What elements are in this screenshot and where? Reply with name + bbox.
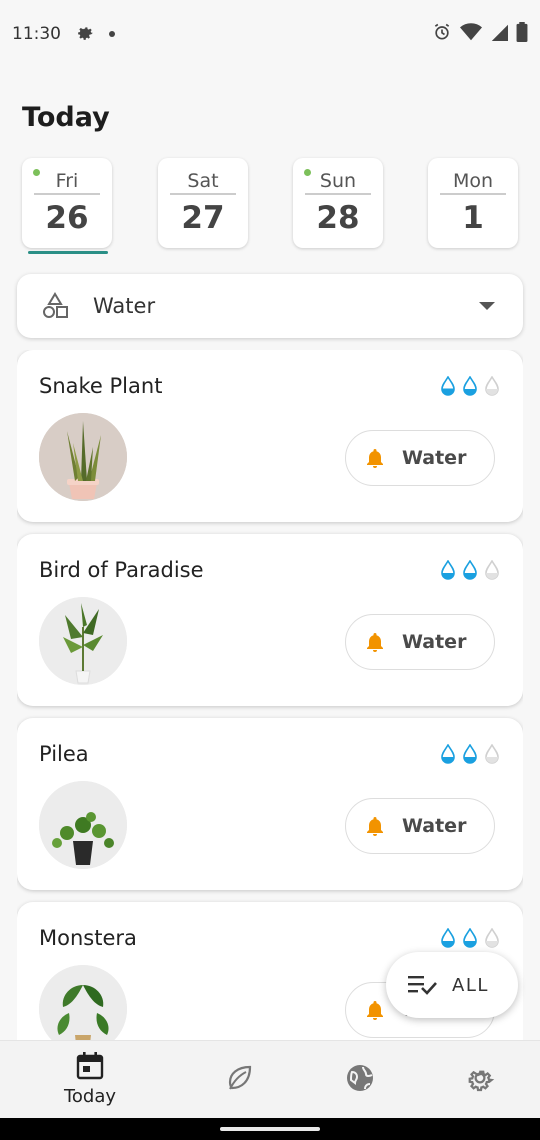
- water-button-label: Water: [402, 815, 467, 837]
- day-chip-sat[interactable]: Sat 27: [158, 158, 248, 248]
- bell-icon: [367, 449, 383, 468]
- leaf-icon: [228, 1065, 252, 1090]
- day-number: 26: [45, 200, 89, 236]
- battery-icon: [516, 21, 528, 47]
- plant-card[interactable]: Bird of Paradise Water: [17, 534, 523, 706]
- system-gesture-bar: [0, 1118, 540, 1140]
- water-drop-empty-icon: [485, 376, 499, 396]
- water-drop-filled-icon: [463, 376, 477, 396]
- day-number: 28: [316, 200, 360, 236]
- day-of-week: Mon: [452, 170, 494, 192]
- water-drop-empty-icon: [485, 560, 499, 580]
- signal-icon: [490, 22, 508, 47]
- water-level-indicator: [439, 744, 501, 764]
- day-of-week: Sun: [319, 170, 357, 192]
- day-number: 27: [181, 200, 225, 236]
- plant-photo: [39, 597, 127, 685]
- water-drop-filled-icon: [441, 376, 455, 396]
- day-divider: [440, 193, 506, 195]
- plant-photo: [39, 413, 127, 501]
- fab-label: ALL: [452, 974, 489, 996]
- water-button[interactable]: Water: [345, 614, 495, 670]
- bell-icon: [367, 817, 383, 836]
- water-drop-filled-icon: [441, 560, 455, 580]
- nav-explore[interactable]: [300, 1041, 420, 1119]
- bell-icon: [367, 633, 383, 652]
- plant-name: Pilea: [39, 742, 89, 766]
- day-of-week: Sat: [187, 170, 219, 192]
- day-number: 1: [462, 200, 484, 236]
- water-button-label: Water: [402, 631, 467, 653]
- water-drop-filled-icon: [463, 560, 477, 580]
- settings-icon: [468, 1070, 495, 1092]
- checklist-icon: [408, 976, 437, 995]
- plant-photo: [39, 781, 127, 869]
- water-level-indicator: [439, 376, 501, 396]
- day-divider: [34, 193, 100, 195]
- plant-photo: [39, 965, 127, 1040]
- bell-icon: [367, 1001, 383, 1020]
- settings-status-icon: [75, 22, 95, 47]
- page-title: Today: [22, 102, 110, 133]
- nav-settings[interactable]: [420, 1041, 540, 1119]
- globe-icon: [347, 1065, 373, 1091]
- wifi-icon: [460, 22, 482, 47]
- selected-day-indicator: [28, 251, 108, 254]
- day-chip-fri[interactable]: Fri 26: [22, 158, 112, 248]
- nav-today[interactable]: Today: [30, 1041, 150, 1119]
- day-divider: [305, 193, 371, 195]
- plant-name: Monstera: [39, 926, 137, 950]
- plant-card[interactable]: Pilea Water: [17, 718, 523, 890]
- water-button[interactable]: Water: [345, 798, 495, 854]
- show-all-fab[interactable]: ALL: [386, 952, 518, 1018]
- day-chip-sun[interactable]: Sun 28: [293, 158, 383, 248]
- task-type-dropdown[interactable]: Water: [17, 274, 523, 338]
- nav-plants[interactable]: [180, 1041, 300, 1119]
- notification-dot: [109, 31, 115, 37]
- has-task-dot: [33, 169, 40, 176]
- chevron-down-icon: [479, 302, 495, 310]
- plant-task-list[interactable]: Snake Plant Water Bird of Paradise Water…: [17, 350, 523, 1040]
- water-drop-filled-icon: [441, 744, 455, 764]
- plant-card[interactable]: Snake Plant Water: [17, 350, 523, 522]
- plant-name: Bird of Paradise: [39, 558, 204, 582]
- water-button[interactable]: Water: [345, 430, 495, 486]
- status-bar: 11:30: [0, 0, 540, 68]
- water-drop-filled-icon: [441, 928, 455, 948]
- plant-name: Snake Plant: [39, 374, 163, 398]
- nav-label: Today: [63, 1086, 117, 1107]
- home-gesture-handle[interactable]: [220, 1127, 320, 1131]
- day-divider: [170, 193, 236, 195]
- alarm-icon: [432, 22, 452, 47]
- bottom-navigation: Today: [0, 1040, 540, 1118]
- water-drop-filled-icon: [463, 928, 477, 948]
- status-time: 11:30: [12, 24, 61, 44]
- shapes-icon: [43, 292, 68, 318]
- water-level-indicator: [439, 928, 501, 948]
- has-task-dot: [304, 169, 311, 176]
- day-chip-mon[interactable]: Mon 1: [428, 158, 518, 248]
- day-selector: Fri 26 Sat 27 Sun 28 Mon 1: [22, 158, 518, 258]
- water-drop-filled-icon: [463, 744, 477, 764]
- dropdown-selected-value: Water: [93, 294, 156, 318]
- water-drop-empty-icon: [485, 928, 499, 948]
- water-button-label: Water: [402, 447, 467, 469]
- day-of-week: Fri: [55, 170, 79, 192]
- water-drop-empty-icon: [485, 744, 499, 764]
- water-level-indicator: [439, 560, 501, 580]
- calendar-icon: [76, 1052, 104, 1080]
